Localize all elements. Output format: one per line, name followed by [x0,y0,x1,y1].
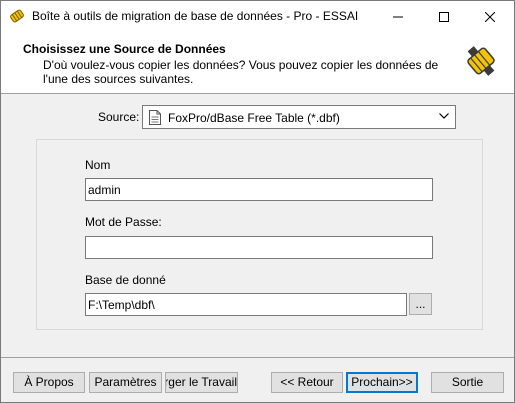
load-job-button[interactable]: Charger le Travail [165,372,238,393]
minimize-icon [393,16,403,17]
migration-toolkit-window: Boîte à outils de migration de base de d… [0,0,515,403]
maximize-button[interactable] [421,1,467,32]
close-button[interactable] [467,1,513,32]
wizard-header: Choisissez une Source de Données D'où vo… [1,32,514,94]
password-label: Mot de Passe: [85,215,162,229]
app-icon [10,9,24,23]
name-field[interactable] [85,178,433,201]
window-title: Boîte à outils de migration de base de d… [32,9,359,23]
footer-divider [1,357,514,358]
minimize-button[interactable] [375,1,421,32]
password-field[interactable] [85,236,433,259]
source-dropdown[interactable]: FoxPro/dBase Free Table (*.dbf) [142,105,456,129]
settings-button[interactable]: Paramètres [89,372,162,393]
load-job-label: Charger le Travail [166,375,237,389]
source-label: Source: [98,110,140,124]
name-label: Nom [85,158,111,172]
title-bar[interactable]: Boîte à outils de migration de base de d… [1,1,514,32]
next-button[interactable]: Prochain>> [346,372,418,393]
page-description: D'où voulez-vous copier les données? Vou… [43,58,439,86]
page-title: Choisissez une Source de Données [23,42,226,56]
database-migration-icon [467,46,495,76]
about-button[interactable]: À Propos [13,372,85,393]
document-icon [149,110,161,125]
back-button[interactable]: << Retour [271,372,343,393]
maximize-icon [439,11,449,22]
browse-button[interactable]: ... [409,293,432,315]
chevron-down-icon [439,113,449,119]
database-path-field[interactable] [85,293,407,316]
database-label: Base de donné [85,273,166,287]
exit-button[interactable]: Sortie [431,372,504,393]
source-selected-value: FoxPro/dBase Free Table (*.dbf) [168,111,340,125]
close-icon [485,11,495,22]
